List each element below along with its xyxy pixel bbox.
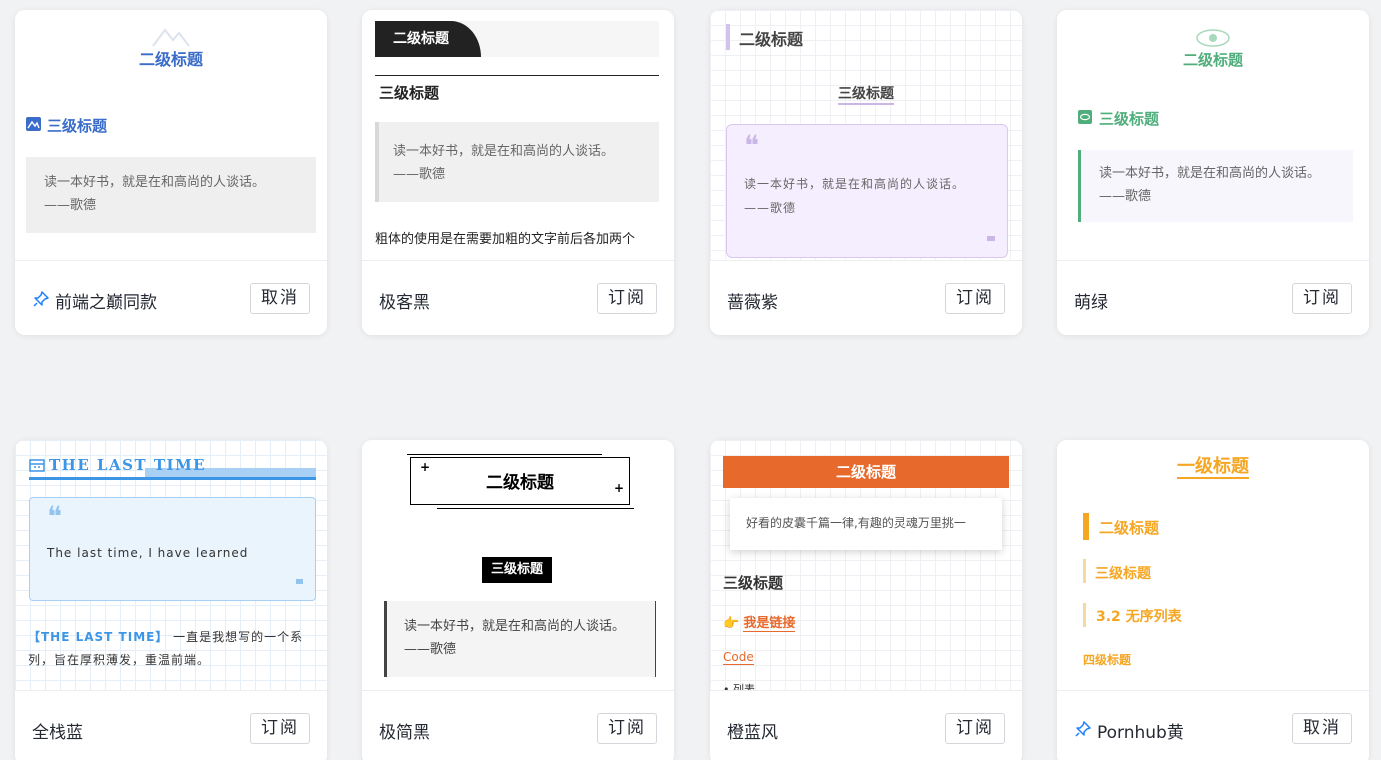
theme-preview: THE LAST TIME ❝ The last time, I have le… <box>15 440 327 690</box>
subscribe-button[interactable]: 订阅 <box>250 713 310 744</box>
preview-h3: 三级标题 <box>482 557 553 583</box>
theme-preview: 二级标题 好看的皮囊千篇一律,有趣的灵魂万里挑一 三级标题 👉 我是链接 Cod… <box>710 440 1022 690</box>
preview-blockquote: ❝ The last time, I have learned <box>29 497 316 601</box>
theme-preview: + + 二级标题 三级标题 读一本好书，就是在和高尚的人谈话。——歌德 <box>362 440 674 690</box>
preview-h3: 3.2 无序列表 <box>1096 609 1182 625</box>
preview-h3: 三级标题 <box>379 84 440 102</box>
theme-preview: 二级标题 三级标题 ❝ 读一本好书，就是在和高尚的人谈话。 ——歌德 <box>710 10 1022 260</box>
theme-card[interactable]: 二级标题 三级标题 读一本好书，就是在和高尚的人谈话。 ——歌德 粗体的使用是在… <box>362 10 674 335</box>
preview-h2: 二级标题 <box>1099 519 1160 537</box>
subscribe-button[interactable]: 订阅 <box>945 283 1005 314</box>
preview-paragraph: 【THE LAST TIME】 一直是我想写的一个系列，旨在厚积薄发，重温前端。 <box>28 630 304 667</box>
preview-h2: 二级标题 <box>739 30 804 49</box>
theme-card[interactable]: 二级标题 三级标题 ❝ 读一本好书，就是在和高尚的人谈话。 ——歌德 蔷薇紫 订… <box>710 10 1022 335</box>
theme-card[interactable]: THE LAST TIME ❝ The last time, I have le… <box>15 440 327 760</box>
theme-name: 前端之巅同款 <box>55 293 157 313</box>
theme-card-footer: 橙蓝风 订阅 <box>710 690 1022 760</box>
theme-name: 极客黑 <box>379 293 430 313</box>
theme-card-footer: 萌绿 订阅 <box>1057 260 1369 335</box>
theme-card-footer: 极简黑 订阅 <box>362 690 674 760</box>
preview-h3: 三级标题 <box>838 86 894 105</box>
calendar-icon <box>29 459 45 472</box>
mountain-icon <box>152 28 190 47</box>
preview-h3: 三级标题 <box>47 117 108 135</box>
eye-icon <box>1196 29 1230 47</box>
preview-blockquote: 读一本好书，就是在和高尚的人谈话。 ——歌德 <box>375 122 659 202</box>
preview-h1: 一级标题 <box>1177 456 1249 479</box>
subscribe-button[interactable]: 订阅 <box>1292 283 1352 314</box>
theme-card[interactable]: + + 二级标题 三级标题 读一本好书，就是在和高尚的人谈话。——歌德 极简黑 … <box>362 440 674 760</box>
theme-card[interactable]: 二级标题 好看的皮囊千篇一律,有趣的灵魂万里挑一 三级标题 👉 我是链接 Cod… <box>710 440 1022 760</box>
preview-blockquote: 读一本好书，就是在和高尚的人谈话。——歌德 <box>384 601 656 677</box>
mountain-icon <box>26 117 41 131</box>
theme-name: 橙蓝风 <box>727 723 778 743</box>
theme-card[interactable]: 二级标题 三级标题 读一本好书，就是在和高尚的人谈话。 ——歌德 前端之巅同款 … <box>15 10 327 335</box>
preview-h2: 二级标题 <box>486 473 554 493</box>
theme-preview: 一级标题 二级标题 三级标题 3.2 无序列表 四级标题 <box>1057 440 1369 690</box>
preview-h2: 二级标题 <box>723 456 1009 488</box>
preview-h3: 三级标题 <box>723 574 784 592</box>
theme-card[interactable]: 二级标题 三级标题 读一本好书，就是在和高尚的人谈话。 ——歌德 萌绿 订阅 <box>1057 10 1369 335</box>
theme-name: 蔷薇紫 <box>727 293 778 313</box>
subscribe-button[interactable]: 订阅 <box>597 713 657 744</box>
theme-preview: 二级标题 三级标题 读一本好书，就是在和高尚的人谈话。 ——歌德 <box>15 10 327 260</box>
preview-h3: 三级标题 <box>1099 110 1160 128</box>
theme-preview: 二级标题 三级标题 读一本好书，就是在和高尚的人谈话。 ——歌德 <box>1057 10 1369 260</box>
theme-name: 全栈蓝 <box>32 723 83 743</box>
subscribe-button[interactable]: 订阅 <box>597 283 657 314</box>
quote-mark-icon: ❝ <box>47 500 63 533</box>
preview-blockquote: 好看的皮囊千篇一律,有趣的灵魂万里挑一 <box>730 498 1002 550</box>
preview-h2: 二级标题 <box>375 21 481 57</box>
theme-name: 萌绿 <box>1074 293 1108 313</box>
theme-name: Pornhub黄 <box>1097 723 1184 743</box>
preview-paragraph: 粗体的使用是在需要加粗的文字前后各加两个 <box>375 232 636 247</box>
theme-card[interactable]: 一级标题 二级标题 三级标题 3.2 无序列表 四级标题 Pornhub黄 取消 <box>1057 440 1369 760</box>
preview-blockquote: 读一本好书，就是在和高尚的人谈话。 ——歌德 <box>1078 150 1353 222</box>
preview-h3: 三级标题 <box>1095 566 1151 582</box>
pin-icon <box>1075 721 1091 737</box>
theme-name: 极简黑 <box>379 723 430 743</box>
pin-icon <box>33 291 49 307</box>
preview-h2: 二级标题 <box>138 50 203 69</box>
pointing-hand-icon: 👉 <box>723 616 740 631</box>
subscribe-button[interactable]: 订阅 <box>945 713 1005 744</box>
unsubscribe-button[interactable]: 取消 <box>250 283 310 314</box>
preview-list: • 列表 <box>723 683 755 690</box>
preview-blockquote: 读一本好书，就是在和高尚的人谈话。 ——歌德 <box>26 157 316 233</box>
preview-link: 我是链接 <box>743 616 796 632</box>
preview-h2: THE LAST TIME <box>49 456 207 474</box>
theme-card-footer: 前端之巅同款 取消 <box>15 260 327 335</box>
theme-card-footer: 全栈蓝 订阅 <box>15 690 327 760</box>
preview-code: Code <box>723 650 754 665</box>
theme-card-footer: 极客黑 订阅 <box>362 260 674 335</box>
theme-card-footer: Pornhub黄 取消 <box>1057 690 1369 760</box>
preview-h4: 四级标题 <box>1083 653 1132 667</box>
theme-card-footer: 蔷薇紫 订阅 <box>710 260 1022 335</box>
unsubscribe-button[interactable]: 取消 <box>1292 713 1352 744</box>
theme-grid: 二级标题 三级标题 读一本好书，就是在和高尚的人谈话。 ——歌德 前端之巅同款 … <box>0 0 1381 760</box>
preview-h2: 二级标题 <box>1182 51 1243 69</box>
preview-blockquote: ❝ 读一本好书，就是在和高尚的人谈话。 ——歌德 <box>726 124 1008 258</box>
theme-preview: 二级标题 三级标题 读一本好书，就是在和高尚的人谈话。 ——歌德 粗体的使用是在… <box>362 10 674 260</box>
eye-icon <box>1078 110 1092 124</box>
quote-mark-icon: ❝ <box>744 129 760 162</box>
